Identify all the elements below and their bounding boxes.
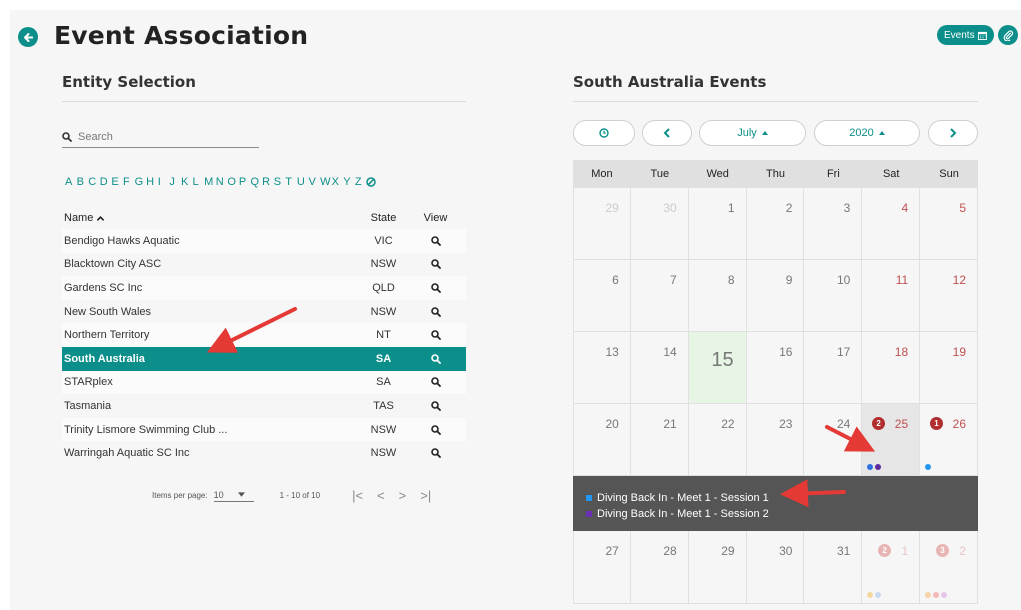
annotation-arrow: [780, 479, 846, 508]
annotation-arrow: [206, 307, 297, 353]
annotation-arrow: [825, 425, 876, 452]
event-association-page: Event Association Events Entity Selectio…: [10, 10, 1021, 610]
annotation-arrows: [206, 307, 876, 508]
